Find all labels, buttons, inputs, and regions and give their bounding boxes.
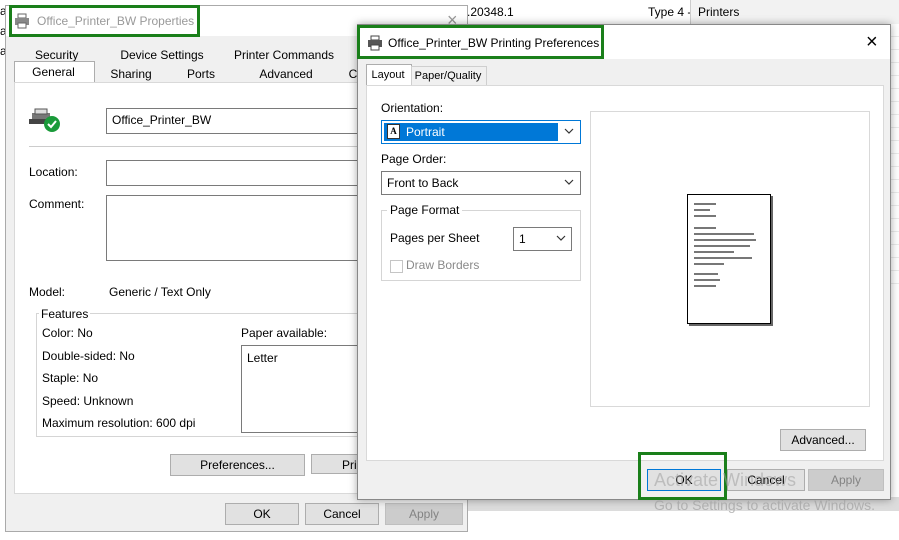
printer-name-value: Office_Printer_BW [112,113,212,127]
double-sided-feature: Double-sided: No [42,349,135,363]
paper-available-label: Paper available: [241,326,328,340]
highlight-preferences-title [357,25,604,59]
paper-available-list[interactable]: Letter [241,345,367,433]
properties-cancel-button[interactable]: Cancel [305,503,379,525]
comment-label: Comment: [29,197,85,211]
model-value: Generic / Text Only [109,285,211,299]
page-order-value: Front to Back [387,176,459,190]
tab-ports[interactable]: Ports [176,67,226,81]
type-text: Type 4 - [648,5,692,19]
tab-layout[interactable]: Layout [366,69,410,81]
chevron-down-icon [564,124,574,141]
tab-printer-commands[interactable]: Printer Commands [234,48,334,62]
pages-per-sheet-select[interactable]: 1 [513,227,572,251]
highlight-properties-title [9,5,200,37]
speed-feature: Speed: Unknown [42,394,134,408]
divider [29,146,369,147]
model-label: Model: [29,285,66,299]
properties-ok-button[interactable]: OK [225,503,299,525]
paper-available-item[interactable]: Letter [247,351,278,365]
tab-advanced[interactable]: Advanced [246,67,326,81]
version-text: .20348.1 [467,5,514,19]
draw-borders-checkbox[interactable] [390,260,403,273]
tab-device-settings[interactable]: Device Settings [114,48,210,62]
pages-per-sheet-label: Pages per Sheet [390,231,480,245]
tab-security[interactable]: Security [35,48,78,62]
max-resolution-feature: Maximum resolution: 600 dpi [42,416,196,430]
printers-header: Printers [698,5,740,19]
preferences-apply-button[interactable]: Apply [808,469,884,491]
preview-text-lines [694,203,760,287]
page-preview [687,194,771,324]
orientation-select[interactable]: A Portrait [381,120,581,144]
pages-per-sheet-value: 1 [519,232,526,246]
tab-sharing[interactable]: Sharing [101,67,161,81]
close-icon[interactable]: × [866,31,878,54]
layout-tab-panel: Orientation: A Portrait Page Order: Fron… [366,85,884,461]
chevron-down-icon [564,175,574,192]
page-order-label: Page Order: [381,152,447,166]
orientation-value: Portrait [406,125,445,139]
preferences-dialog: Office_Printer_BW Printing Preferences ×… [357,24,891,500]
location-field[interactable] [106,160,366,186]
tab-paper-quality[interactable]: Paper/Quality [411,70,485,82]
tab-general[interactable]: General [14,65,93,79]
location-label: Location: [29,165,78,179]
orientation-label: Orientation: [381,101,444,115]
printer-status-icon [29,107,61,136]
staple-feature: Staple: No [42,371,99,385]
preferences-button[interactable]: Preferences... [170,454,305,476]
page-order-select[interactable]: Front to Back [381,171,581,195]
page-format-title: Page Format [387,203,463,217]
printer-name-field[interactable]: Office_Printer_BW [106,108,366,134]
comment-field[interactable] [106,195,366,261]
color-feature: Color: No [42,326,93,340]
features-title: Features [39,307,91,321]
properties-apply-button[interactable]: Apply [385,503,463,525]
preview-pane [590,111,870,407]
chevron-down-icon [556,231,566,248]
advanced-button[interactable]: Advanced... [780,429,866,451]
activation-watermark-line2: Go to Settings to activate Windows. [654,497,875,513]
portrait-icon: A [387,124,400,139]
activation-watermark-line1: Activate Windows [654,470,797,490]
draw-borders-label: Draw Borders [406,258,480,272]
